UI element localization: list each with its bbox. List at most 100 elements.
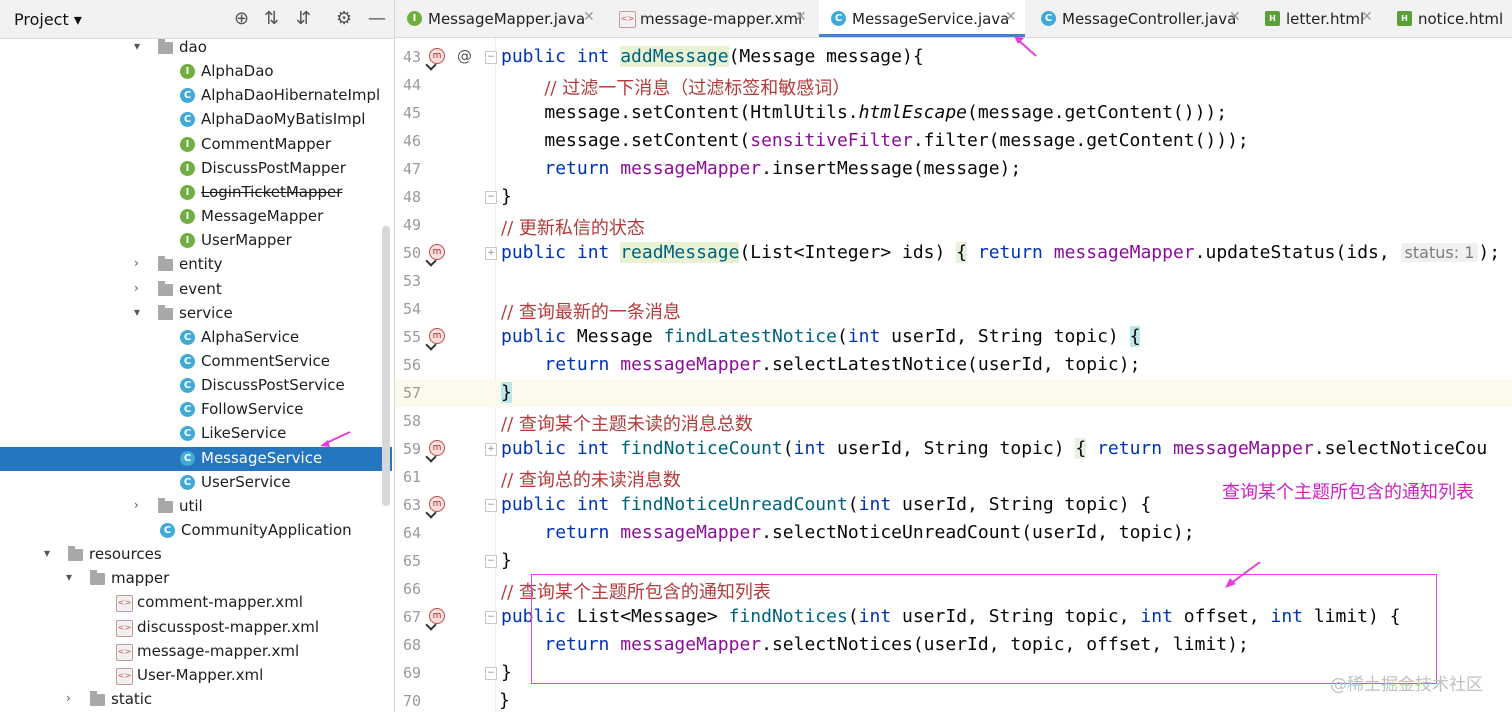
- tree-item-alphadao[interactable]: I AlphaDao: [0, 60, 392, 84]
- tree-item-comment-mapper-xml[interactable]: <> comment-mapper.xml: [0, 591, 392, 615]
- hide-icon[interactable]: —: [368, 8, 386, 29]
- chevron-down-icon[interactable]: ▾: [44, 546, 50, 560]
- code-line[interactable]: 43 m @ − public int addMessage(Message m…: [395, 43, 1512, 71]
- code-line[interactable]: 50 m + public int readMessage(List<Integ…: [395, 239, 1512, 267]
- expand-all-icon[interactable]: ⇅: [264, 8, 279, 29]
- override-marker-icon[interactable]: m: [429, 244, 445, 260]
- chevron-right-icon[interactable]: ›: [66, 691, 71, 705]
- override-marker-icon[interactable]: m: [429, 496, 445, 512]
- chevron-right-icon[interactable]: ›: [134, 256, 139, 270]
- fold-icon[interactable]: +: [485, 247, 497, 260]
- collapse-all-icon[interactable]: ⇵: [296, 8, 311, 29]
- chevron-right-icon[interactable]: ›: [134, 498, 139, 512]
- tree-item-messageservice[interactable]: C MessageService: [0, 446, 392, 471]
- code-text: message.setContent(sensitiveFilter.filte…: [501, 130, 1249, 151]
- chevron-down-icon[interactable]: ▾: [134, 305, 140, 319]
- tree-item-communityapplication[interactable]: C CommunityApplication: [0, 519, 392, 543]
- tree-item-loginticketmapper[interactable]: I LoginTicketMapper: [0, 181, 392, 205]
- tree-item-resources[interactable]: ▾ resources: [0, 543, 392, 567]
- tree-item-userservice[interactable]: C UserService: [0, 471, 392, 495]
- tree-item-usermapper[interactable]: I UserMapper: [0, 229, 392, 253]
- tree-item-commentservice[interactable]: C CommentService: [0, 350, 392, 374]
- code-line[interactable]: 53: [395, 267, 1512, 295]
- line-number: 48: [402, 188, 421, 206]
- close-icon[interactable]: ✕: [1229, 9, 1241, 25]
- code-line[interactable]: 65 − }: [395, 547, 1512, 575]
- code-line[interactable]: 49 // 更新私信的状态: [395, 211, 1512, 239]
- line-number: 54: [402, 300, 421, 318]
- tree-scrollbar[interactable]: [382, 226, 390, 506]
- tree-item-message-mapper-xml[interactable]: <> message-mapper.xml: [0, 640, 392, 664]
- override-marker-icon[interactable]: m: [429, 328, 445, 344]
- tree-item-commentmapper[interactable]: I CommentMapper: [0, 133, 392, 157]
- tab-messageservice-java[interactable]: C MessageService.java ✕: [819, 0, 1025, 37]
- code-line[interactable]: 48 − }: [395, 183, 1512, 211]
- fold-icon[interactable]: −: [485, 611, 497, 624]
- tree-item-alphaservice[interactable]: C AlphaService: [0, 326, 392, 350]
- locate-icon[interactable]: ⊕: [234, 8, 249, 29]
- tree-item-label: resources: [89, 545, 162, 564]
- fold-icon[interactable]: −: [485, 555, 497, 568]
- code-line[interactable]: 56 return messageMapper.selectLatestNoti…: [395, 351, 1512, 379]
- line-number: 55: [402, 328, 421, 346]
- fold-icon[interactable]: −: [485, 667, 497, 680]
- code-line-current[interactable]: 57 }: [395, 379, 1512, 407]
- code-line[interactable]: 54 // 查询最新的一条消息: [395, 295, 1512, 323]
- project-title[interactable]: Project ▾: [14, 10, 82, 29]
- tab-messagecontroller-java[interactable]: C MessageController.java ✕: [1029, 0, 1249, 37]
- tree-item-messagemapper[interactable]: I MessageMapper: [0, 205, 392, 229]
- tree-item-label: LikeService: [201, 424, 287, 443]
- tab-message-mapper-xml[interactable]: <> message-mapper.xml ✕: [607, 0, 815, 37]
- fold-icon[interactable]: +: [485, 443, 497, 456]
- tree-item-label: CommunityApplication: [181, 521, 352, 539]
- gear-icon[interactable]: ⚙: [336, 8, 352, 29]
- code-line[interactable]: 59 m + public int findNoticeCount(int us…: [395, 435, 1512, 463]
- code-line[interactable]: 44 // 过滤一下消息（过滤标签和敏感词）: [395, 71, 1512, 99]
- code-line[interactable]: 55 m public Message findLatestNotice(int…: [395, 323, 1512, 351]
- close-icon[interactable]: ✕: [1005, 9, 1017, 25]
- tree-item-discusspost-mapper-xml[interactable]: <> discusspost-mapper.xml: [0, 616, 392, 640]
- chevron-right-icon[interactable]: ›: [134, 281, 139, 295]
- tree-item-alphadaohibernateimpl[interactable]: C AlphaDaoHibernateImpl: [0, 84, 392, 108]
- tree-item-label: dao: [179, 38, 207, 56]
- tab-label: MessageController.java: [1062, 10, 1237, 28]
- fold-icon[interactable]: −: [485, 191, 497, 204]
- tab-messagemapper-java[interactable]: I MessageMapper.java ✕: [395, 0, 603, 37]
- close-icon[interactable]: ✕: [1361, 9, 1373, 25]
- code-text: return messageMapper.insertMessage(messa…: [544, 158, 1022, 179]
- class-icon: C: [180, 426, 195, 442]
- fold-icon[interactable]: −: [485, 51, 497, 64]
- code-line[interactable]: 64 return messageMapper.selectNoticeUnre…: [395, 519, 1512, 547]
- tree-item-mapper[interactable]: ▾ mapper: [0, 567, 392, 591]
- tree-item-dao[interactable]: ▾ dao: [0, 36, 392, 60]
- override-marker-icon[interactable]: m: [429, 440, 445, 456]
- tree-item-static[interactable]: › static: [0, 688, 392, 712]
- tab-notice-html[interactable]: Hnotice.html: [1385, 0, 1512, 37]
- folder-icon: [158, 39, 173, 54]
- code-line[interactable]: 46 message.setContent(sensitiveFilter.fi…: [395, 127, 1512, 155]
- close-icon[interactable]: ✕: [795, 9, 807, 25]
- line-number: 49: [402, 216, 421, 234]
- code-line[interactable]: 45 message.setContent(HtmlUtils.htmlEsca…: [395, 99, 1512, 127]
- tree-item-util[interactable]: › util: [0, 495, 392, 519]
- override-marker-icon[interactable]: m: [429, 48, 445, 64]
- chevron-down-icon[interactable]: ▾: [66, 570, 72, 584]
- code-line[interactable]: 47 return messageMapper.insertMessage(me…: [395, 155, 1512, 183]
- tree-item-followservice[interactable]: C FollowService: [0, 398, 392, 422]
- tree-item-user-mapper-xml[interactable]: <> User-Mapper.xml: [0, 664, 392, 688]
- tree-item-alphadaomybatisimpl[interactable]: C AlphaDaoMyBatisImpl: [0, 108, 392, 132]
- chevron-down-icon[interactable]: ▾: [134, 39, 140, 53]
- close-icon[interactable]: ✕: [583, 9, 595, 25]
- tree-item-discusspostservice[interactable]: C DiscussPostService: [0, 374, 392, 398]
- tab-letter-html[interactable]: Hletter.html ✕: [1253, 0, 1381, 37]
- tree-item-label: AlphaDaoMyBatisImpl: [201, 110, 366, 129]
- tree-item-discusspostmapper[interactable]: I DiscussPostMapper: [0, 157, 392, 181]
- code-line[interactable]: 58 // 查询某个主题未读的消息总数: [395, 407, 1512, 435]
- tree-item-event[interactable]: › event: [0, 278, 392, 302]
- override-marker-icon[interactable]: m: [429, 608, 445, 624]
- interface-icon: I: [180, 64, 195, 80]
- line-number: 46: [402, 132, 421, 150]
- tree-item-entity[interactable]: › entity: [0, 253, 392, 277]
- fold-icon[interactable]: −: [485, 499, 497, 512]
- tree-item-service[interactable]: ▾ service: [0, 302, 392, 326]
